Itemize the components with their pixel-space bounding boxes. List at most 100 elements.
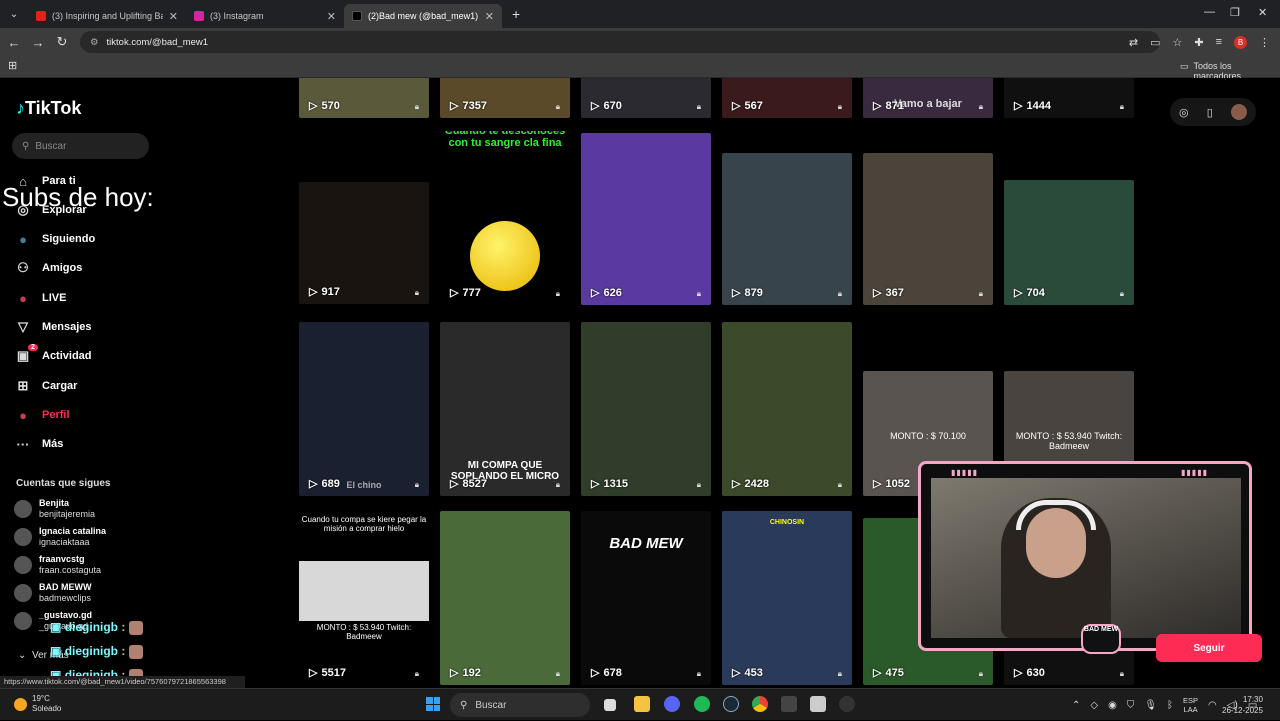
- url-text: tiktok.com/@bad_mew1: [106, 36, 209, 48]
- cast-icon[interactable]: ▭: [1150, 36, 1160, 49]
- webcam-frame-decoration: ▮▮▮▮▮: [951, 468, 979, 477]
- bluetooth-icon[interactable]: ᛒ: [1167, 700, 1173, 711]
- nav-item-live[interactable]: ● LIVE: [14, 286, 66, 310]
- address-bar[interactable]: ⚙ tiktok.com/@bad_mew1: [80, 31, 1160, 53]
- view-count-value: 626: [603, 286, 622, 299]
- tab-instagram[interactable]: (3) Instagram ✕: [186, 4, 344, 28]
- following-account[interactable]: Benjita benjitajeremia: [14, 496, 95, 522]
- tab-tiktok[interactable]: (2)Bad mew (@bad_mew1) | Tik ✕: [344, 4, 502, 28]
- tiktok-logo[interactable]: ♪TikTok: [16, 98, 81, 119]
- play-icon: ▷: [732, 287, 741, 299]
- close-tab-icon[interactable]: ✕: [327, 10, 336, 23]
- app-icon[interactable]: [781, 696, 797, 712]
- follow-button[interactable]: Seguir: [1156, 634, 1262, 662]
- tray-chevron-icon[interactable]: ⌃: [1072, 700, 1080, 711]
- video-tile[interactable]: ▷ 567 🔒︎: [722, 78, 852, 118]
- bookmark-star-icon[interactable]: ☆: [1172, 36, 1182, 49]
- video-tile[interactable]: ▷ 192 🔒︎: [440, 511, 570, 685]
- video-tile[interactable]: ▷ 1444 🔒︎: [1004, 78, 1134, 118]
- windows-start-icon[interactable]: [426, 697, 440, 711]
- close-tab-icon[interactable]: ✕: [169, 10, 178, 23]
- emoji-face-icon: [470, 221, 540, 291]
- spotify-icon[interactable]: [694, 696, 710, 712]
- nav-item-siguiendo[interactable]: ● Siguiendo: [14, 227, 95, 251]
- network-icon[interactable]: ◇: [1090, 700, 1098, 711]
- view-count-value: 1052: [885, 477, 910, 490]
- coin-icon[interactable]: ◎: [1179, 106, 1189, 119]
- video-tile[interactable]: ▷ 1315 🔒︎: [581, 322, 711, 496]
- nav-item-cargar[interactable]: ⊞ Cargar: [14, 374, 78, 398]
- tab-list-button[interactable]: ⌄: [0, 9, 28, 20]
- new-tab-button[interactable]: +: [512, 6, 520, 22]
- account-avatar: [14, 612, 32, 630]
- app-tray-icon[interactable]: ◉: [1108, 700, 1117, 711]
- nav-item-mensajes[interactable]: ▽ Mensajes: [14, 315, 92, 339]
- app-icon[interactable]: [810, 696, 826, 712]
- chrome-icon[interactable]: [752, 696, 768, 712]
- discord-icon[interactable]: [664, 696, 680, 712]
- video-tile[interactable]: Cuando tu compa se kiere pegar la misión…: [299, 511, 429, 685]
- nav-item-actividad[interactable]: ▣ Actividad 2: [14, 344, 92, 368]
- video-tile[interactable]: ▷ 626 🔒︎: [581, 133, 711, 305]
- minimize-window-icon[interactable]: —: [1204, 6, 1215, 18]
- video-tile[interactable]: ▷ 670 🔒︎: [581, 78, 711, 118]
- apps-grid-icon[interactable]: ⊞: [8, 59, 17, 72]
- forward-icon[interactable]: →: [26, 35, 50, 50]
- video-tile[interactable]: BAD MEW ▷ 678 🔒︎: [581, 511, 711, 685]
- nav-item-amigos[interactable]: ⚇ Amigos: [14, 256, 82, 280]
- weather-widget[interactable]: 19°C Soleado: [14, 694, 61, 714]
- close-window-icon[interactable]: ✕: [1258, 6, 1267, 19]
- menu-dots-icon[interactable]: ⋮: [1259, 36, 1270, 49]
- microphone-icon[interactable]: 🎙: [1144, 700, 1157, 711]
- obs-icon[interactable]: [839, 696, 855, 712]
- taskbar-search-label: Buscar: [475, 699, 507, 711]
- lock-icon: 🔒︎: [837, 480, 842, 489]
- windows-taskbar: 19°C Soleado ⚲ Buscar ⌃ ◇ ◉ ⛉ 🎙 ᛒ ESP LA…: [0, 688, 1280, 720]
- reading-list-icon[interactable]: ≡: [1216, 36, 1222, 48]
- video-tile[interactable]: ▷ 704 🔒︎: [1004, 180, 1134, 305]
- video-tile[interactable]: ▷ 2428 🔒︎: [722, 322, 852, 496]
- device-icon[interactable]: ▯: [1207, 106, 1213, 119]
- following-account[interactable]: BAD MEWW badmewclips: [14, 580, 92, 606]
- reload-icon[interactable]: ↻: [50, 34, 74, 50]
- shield-icon[interactable]: ⛉: [1127, 700, 1135, 711]
- extensions-icon[interactable]: ✚: [1194, 36, 1203, 49]
- video-tile[interactable]: ▷ 879 🔒︎: [722, 153, 852, 305]
- tab-youtube[interactable]: (3) Inspiring and Uplifting Backg ✕: [28, 4, 186, 28]
- user-avatar[interactable]: [1230, 104, 1247, 120]
- play-icon: ▷: [1014, 100, 1023, 112]
- restore-window-icon[interactable]: ❐: [1230, 6, 1240, 19]
- video-tile[interactable]: Cuando te desconoces con tu sangre cla f…: [440, 131, 570, 305]
- close-tab-icon[interactable]: ✕: [485, 10, 494, 23]
- following-account[interactable]: fraanvcstg fraan.costaguta: [14, 552, 101, 578]
- view-count: ▷ 777: [450, 286, 481, 300]
- video-tile[interactable]: Vamo a bajar ▷ 871 🔒︎: [863, 78, 993, 118]
- nav-item-perfil[interactable]: ● Perfil: [14, 403, 69, 427]
- wifi-icon[interactable]: ◠: [1208, 700, 1217, 711]
- following-account[interactable]: Ignacia catalina ignaciaktaaa: [14, 524, 106, 550]
- site-info-icon[interactable]: ⚙: [90, 37, 99, 48]
- steam-icon[interactable]: [723, 696, 739, 712]
- file-explorer-icon[interactable]: [634, 696, 650, 712]
- video-tile[interactable]: MI COMPA QUE SOPLANDO EL MICRO ▷ 8527 🔒︎: [440, 322, 570, 496]
- search-input[interactable]: ⚲ Buscar: [12, 133, 149, 159]
- video-tile[interactable]: CHINOSIN ▷ 453 🔒︎: [722, 511, 852, 685]
- nav-item-ms[interactable]: ··· Más: [14, 432, 64, 456]
- view-count-value: 1444: [1026, 99, 1051, 112]
- language-indicator[interactable]: ESP LAA: [1183, 696, 1198, 714]
- account-username: fraan.costaguta: [39, 565, 102, 575]
- view-count: ▷ 475: [873, 666, 904, 680]
- view-count: ▷ 7357: [450, 99, 487, 113]
- task-view-icon[interactable]: [604, 699, 616, 711]
- video-tile[interactable]: PIOLA CON LOS CABROS▷367🔒︎: [863, 153, 993, 305]
- video-tile[interactable]: El chino ▷ 689 🔒︎: [299, 322, 429, 496]
- clock[interactable]: 17:30 26-12-2025: [1222, 694, 1263, 716]
- lock-icon: 🔒︎: [696, 480, 701, 489]
- back-icon[interactable]: ←: [2, 35, 26, 50]
- translate-icon[interactable]: ⇄: [1129, 36, 1138, 49]
- profile-avatar[interactable]: B: [1234, 35, 1247, 49]
- video-tile[interactable]: ▷ 570 🔒︎: [299, 78, 429, 118]
- video-tile[interactable]: ▷ 7357 🔒︎: [440, 78, 570, 118]
- taskbar-search[interactable]: ⚲ Buscar: [450, 693, 590, 717]
- video-tile[interactable]: ▷ 917 🔒︎: [299, 182, 429, 304]
